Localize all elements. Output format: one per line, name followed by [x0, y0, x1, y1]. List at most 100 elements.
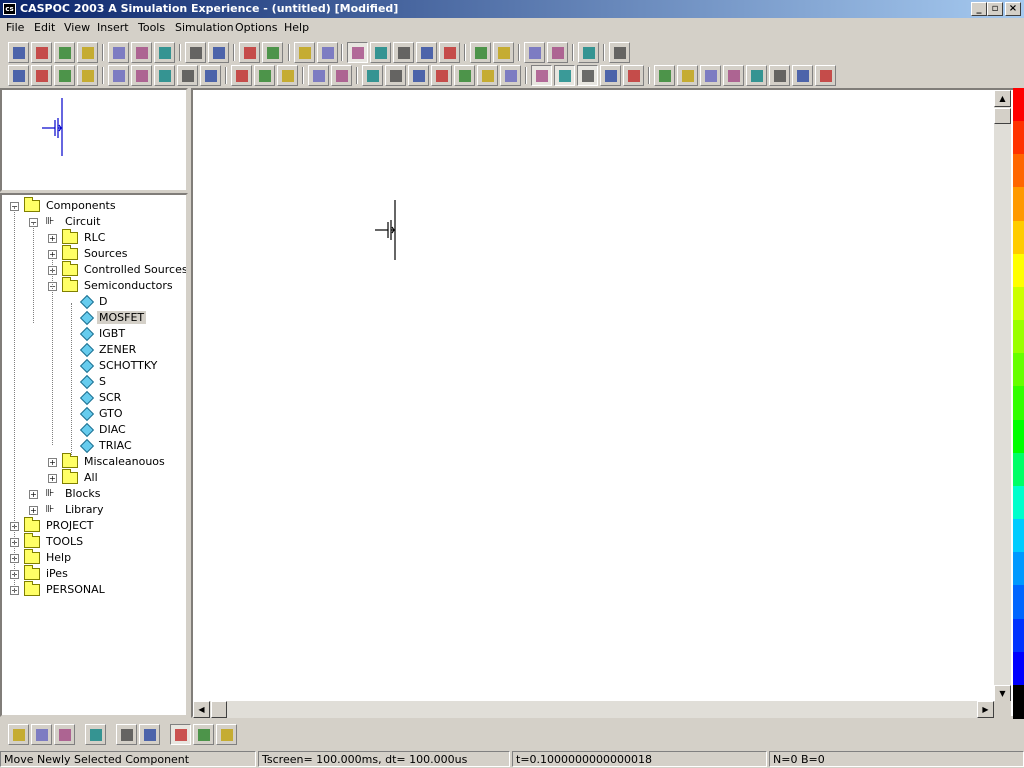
sort-icon[interactable] [723, 65, 744, 86]
zoom-height-icon[interactable] [77, 65, 98, 86]
refresh-icon[interactable] [85, 724, 106, 745]
car-icon[interactable] [700, 65, 721, 86]
zoom-100-icon[interactable] [8, 65, 29, 86]
tree-item-mosfet[interactable]: MOSFET [2, 310, 186, 326]
undo-icon[interactable] [185, 42, 206, 63]
expand-icon[interactable]: + [29, 506, 38, 515]
list3-icon[interactable] [439, 42, 460, 63]
tree-item-igbt[interactable]: IGBT [2, 326, 186, 342]
block-icon[interactable] [177, 65, 198, 86]
node-icon[interactable] [108, 65, 129, 86]
vertical-scroll-thumb[interactable] [994, 108, 1011, 124]
scroll-right-icon[interactable]: ▶ [977, 701, 994, 718]
tree-node-controlled-sources[interactable]: + Controlled Sources [2, 261, 186, 278]
tree-item-schottky[interactable]: SCHOTTKY [2, 358, 186, 374]
filter-icon[interactable] [200, 65, 221, 86]
menu-file[interactable]: File [6, 21, 24, 34]
menu-help[interactable]: Help [284, 21, 309, 34]
menu-options[interactable]: Options [235, 21, 277, 34]
save-icon[interactable] [54, 42, 75, 63]
list-icon[interactable] [393, 42, 414, 63]
horizontal-scroll-thumb[interactable] [211, 701, 227, 718]
tree-item-s[interactable]: S [2, 374, 186, 390]
crosshair-icon[interactable] [531, 65, 552, 86]
tree-node-tools[interactable]: + TOOLS [2, 533, 186, 550]
resistor-icon[interactable] [131, 65, 152, 86]
chip-icon[interactable] [746, 65, 767, 86]
folder-icon[interactable] [193, 724, 214, 745]
menu-edit[interactable]: Edit [34, 21, 55, 34]
run-icon[interactable] [239, 42, 260, 63]
menu-tools[interactable]: Tools [138, 21, 165, 34]
tree-item-gto[interactable]: GTO [2, 406, 186, 422]
chip3-icon[interactable] [792, 65, 813, 86]
expand-icon[interactable]: + [48, 474, 57, 483]
arrow-icon[interactable] [408, 65, 429, 86]
copy-icon[interactable] [131, 42, 152, 63]
menu-insert[interactable]: Insert [97, 21, 129, 34]
globe3-icon[interactable] [277, 65, 298, 86]
chip-icon[interactable] [54, 724, 75, 745]
tree-item-triac[interactable]: TRIAC [2, 438, 186, 454]
window-icon[interactable] [116, 724, 137, 745]
scroll-left-icon[interactable]: ◀ [193, 701, 210, 718]
bucket-icon[interactable] [600, 65, 621, 86]
tree-item-diac[interactable]: DIAC [2, 422, 186, 438]
table-icon[interactable] [815, 65, 836, 86]
arrow2-icon[interactable] [431, 65, 452, 86]
schematic-canvas[interactable] [191, 88, 1015, 718]
probe-icon[interactable] [308, 65, 329, 86]
tree-node-all[interactable]: + All [2, 469, 186, 486]
windows-icon[interactable] [139, 724, 160, 745]
tree-node-library[interactable]: + ⊪ Library [2, 502, 186, 518]
scroll-up-icon[interactable]: ▲ [994, 90, 1011, 107]
expand-icon[interactable]: + [29, 490, 38, 499]
hand-icon[interactable] [347, 42, 368, 63]
numbering-icon[interactable] [477, 65, 498, 86]
edit-icon[interactable] [216, 724, 237, 745]
menu-view[interactable]: View [64, 21, 90, 34]
component2-icon[interactable] [547, 42, 568, 63]
tree-icon[interactable] [31, 724, 52, 745]
pause-icon[interactable] [262, 42, 283, 63]
image-icon[interactable] [170, 724, 191, 745]
tree-node-miscaleanouos[interactable]: + Miscaleanouos [2, 453, 186, 470]
tree-node-help[interactable]: + Help [2, 549, 186, 566]
layout-icon[interactable] [8, 724, 29, 745]
tree-node-personal[interactable]: + PERSONAL [2, 581, 186, 598]
tree-node-components[interactable]: − Components [2, 197, 186, 214]
tree-item-d[interactable]: D [2, 294, 186, 310]
maximize-button[interactable]: ▫ [987, 2, 1003, 16]
print-icon[interactable] [77, 42, 98, 63]
tree-node-blocks[interactable]: + ⊪ Blocks [2, 486, 186, 502]
globe-icon[interactable] [231, 65, 252, 86]
exchange-icon[interactable] [578, 42, 599, 63]
terminal-icon[interactable] [454, 65, 475, 86]
expand-icon[interactable]: + [48, 458, 57, 467]
chip2-icon[interactable] [769, 65, 790, 86]
move-icon[interactable] [654, 65, 675, 86]
close-button[interactable]: × [1005, 2, 1021, 16]
wire-icon[interactable] [294, 42, 315, 63]
palette-icon[interactable] [362, 65, 383, 86]
text-icon[interactable] [331, 65, 352, 86]
tree-item-zener[interactable]: ZENER [2, 342, 186, 358]
zoom-fit-icon[interactable] [31, 65, 52, 86]
grid-icon[interactable] [554, 65, 575, 86]
new-icon[interactable] [8, 42, 29, 63]
redo-icon[interactable] [208, 42, 229, 63]
tree-node-rlc[interactable]: + RLC [2, 229, 186, 246]
menu-simulation[interactable]: Simulation [175, 21, 234, 34]
tree-node-project[interactable]: + PROJECT [2, 517, 186, 534]
globe2-icon[interactable] [254, 65, 275, 86]
horizontal-scrollbar[interactable]: ◀ ▶ [193, 701, 994, 718]
tree-item-scr[interactable]: SCR [2, 390, 186, 406]
capacitor-icon[interactable] [493, 42, 514, 63]
cross-icon[interactable] [385, 65, 406, 86]
app-icon[interactable]: cs [3, 3, 16, 15]
list2-icon[interactable] [416, 42, 437, 63]
help-icon[interactable] [609, 42, 630, 63]
clock-icon[interactable] [577, 65, 598, 86]
connector-icon[interactable] [470, 42, 491, 63]
fill-icon[interactable] [623, 65, 644, 86]
